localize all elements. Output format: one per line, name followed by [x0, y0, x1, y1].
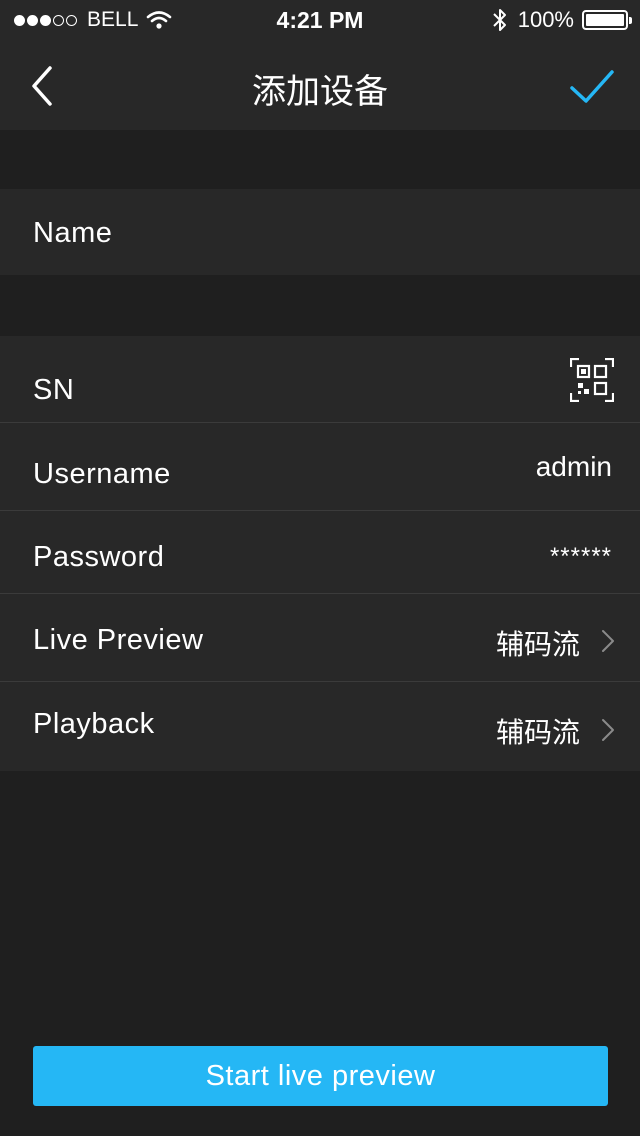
start-live-preview-button[interactable]: Start live preview — [33, 1046, 608, 1106]
qr-scan-icon[interactable] — [570, 358, 614, 402]
bluetooth-icon — [493, 9, 506, 31]
confirm-button[interactable] — [568, 64, 616, 108]
playback-value: 辅码流 — [495, 717, 580, 748]
name-group: Name — [0, 189, 640, 275]
live-preview-row[interactable]: Live Preview 辅码流 — [0, 594, 640, 682]
live-preview-value: 辅码流 — [495, 629, 580, 660]
username-label: Username — [33, 458, 171, 490]
password-label: Password — [33, 541, 165, 573]
live-preview-label: Live Preview — [33, 624, 204, 656]
battery-icon — [582, 10, 632, 30]
name-label: Name — [33, 217, 113, 249]
name-row[interactable]: Name — [0, 189, 640, 275]
chevron-right-icon — [602, 719, 614, 741]
nav-bar: 添加设备 — [0, 40, 640, 130]
sn-label: SN — [33, 374, 75, 406]
battery-percent: 100% — [517, 7, 574, 32]
status-right: 100% — [492, 7, 632, 33]
password-row[interactable]: Password ****** — [0, 511, 640, 594]
username-value[interactable]: admin — [536, 451, 612, 483]
page-title: 添加设备 — [252, 73, 388, 111]
checkmark-icon — [570, 70, 614, 103]
playback-label: Playback — [33, 708, 155, 740]
sn-row[interactable]: SN — [0, 336, 640, 423]
status-bar: BELL 4:21 PM 100% — [0, 0, 640, 40]
chevron-right-icon — [602, 630, 614, 652]
add-device-screen: BELL 4:21 PM 100% 添加设备 Name SN Username … — [0, 0, 640, 1136]
password-value[interactable]: ****** — [550, 543, 612, 571]
device-info-group: SN Username admin Password ****** Live P… — [0, 336, 640, 771]
username-row[interactable]: Username admin — [0, 423, 640, 511]
playback-row[interactable]: Playback 辅码流 — [0, 682, 640, 771]
